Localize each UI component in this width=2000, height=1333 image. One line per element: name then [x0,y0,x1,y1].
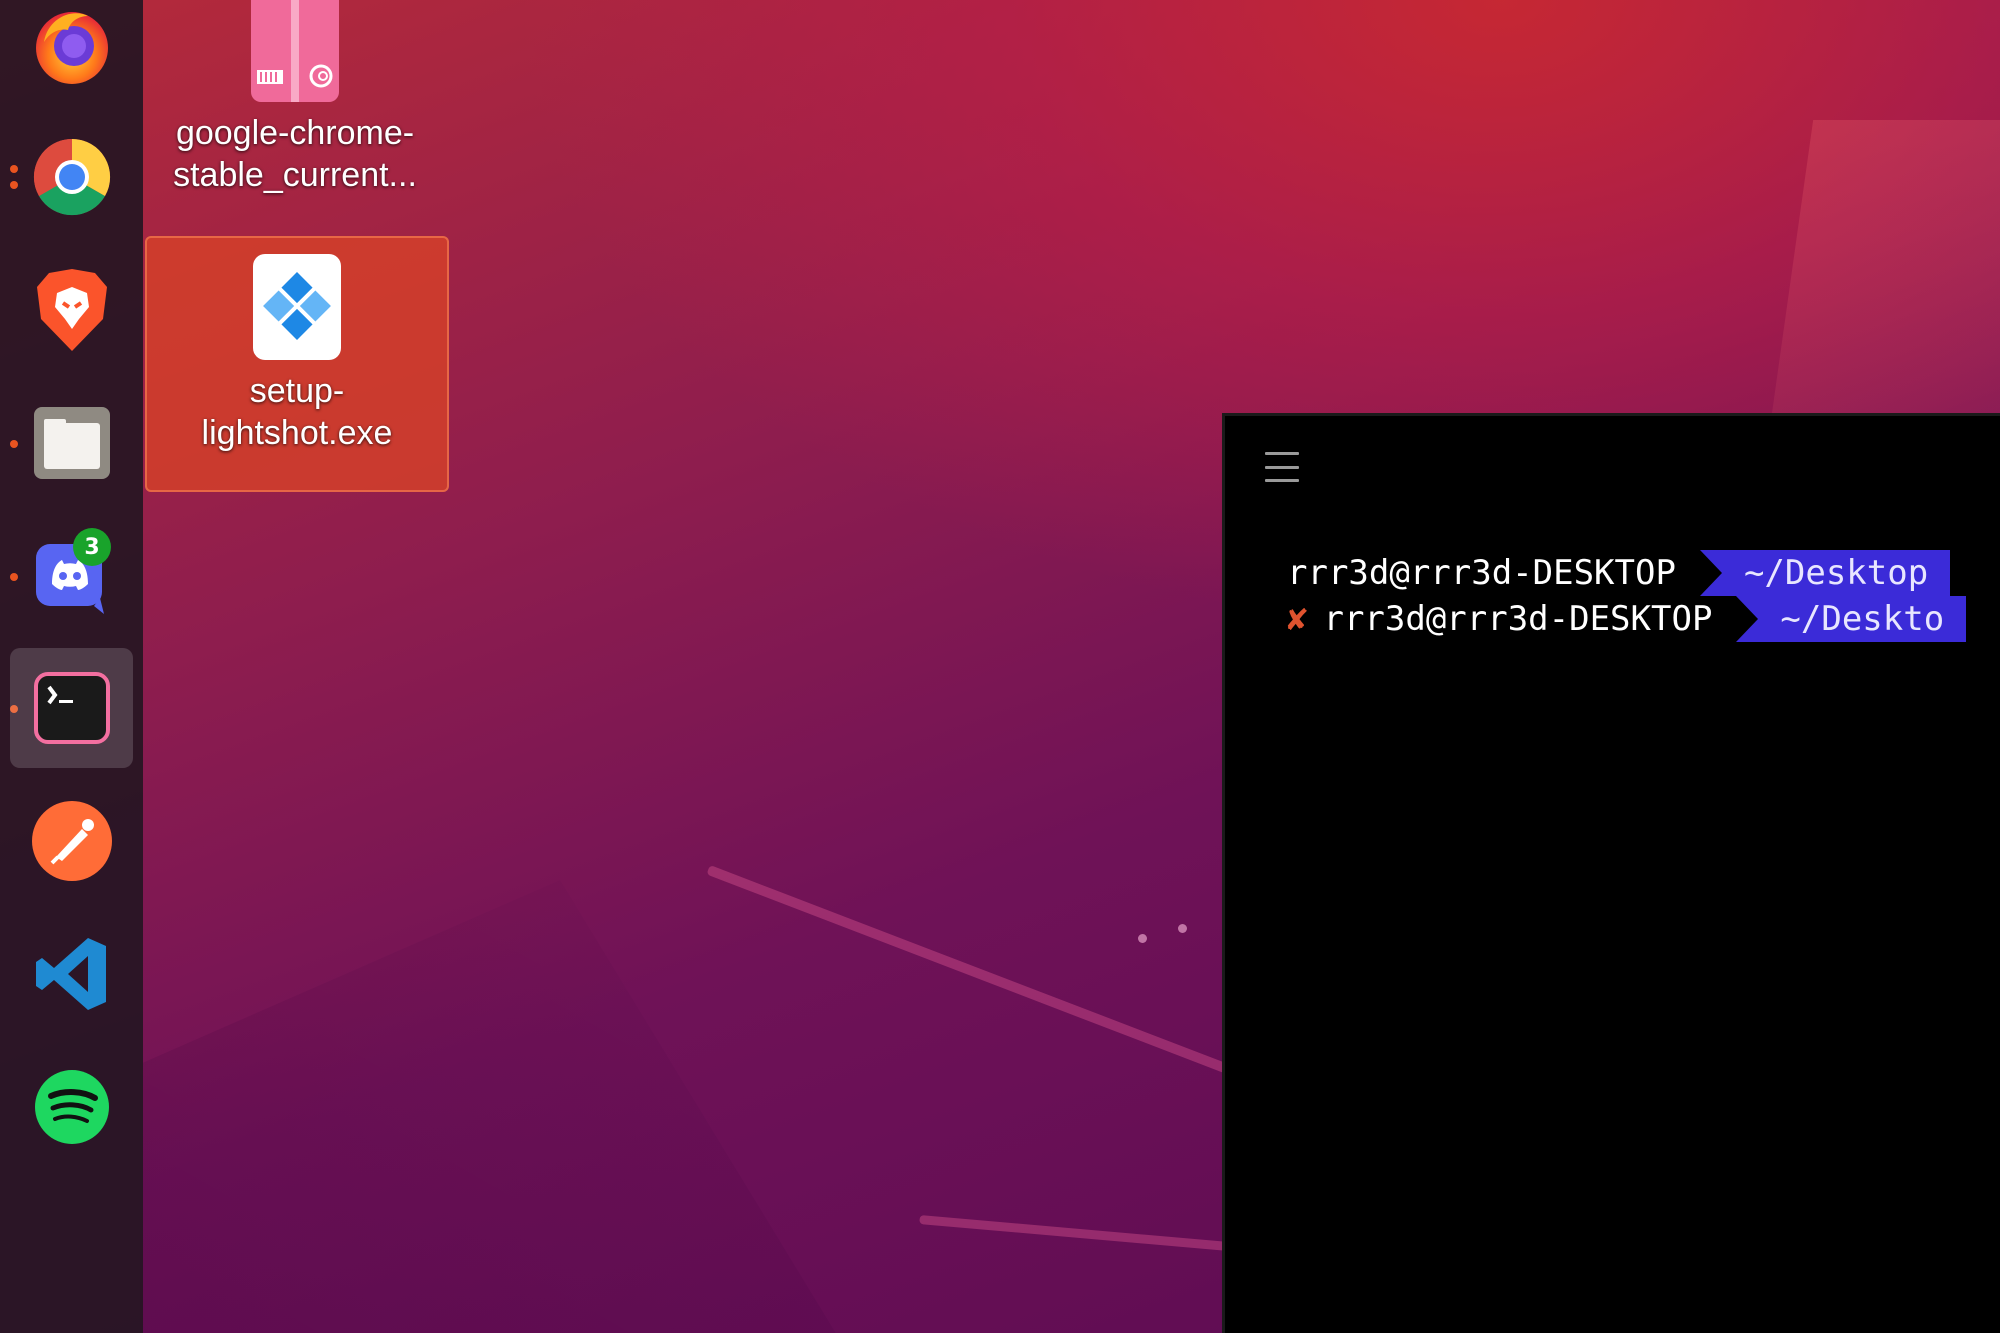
terminal-prompt-line: ✘ rrr3d@rrr3d-DESKTOP ~/Deskto [1287,596,1967,642]
prompt-path-segment: ~/Desktop [1699,550,1951,596]
dock-item-postman[interactable] [10,781,133,901]
desktop-icon-google-chrome-deb[interactable]: google-chrome- stable_current... [145,0,445,195]
exe-installer-icon [253,254,341,360]
brave-lion-icon [36,269,107,351]
prompt-user-host: rrr3d@rrr3d-DESKTOP [1323,599,1713,639]
desktop[interactable]: 3 google-chrome- stable_current... setup… [0,0,2000,1333]
dock-item-discord[interactable]: 3 [10,516,133,636]
prompt-path: ~/Deskto [1780,599,1945,639]
desktop-icon-label: stable_current... [173,156,417,194]
spotify-icon [34,1070,109,1144]
desktop-icon-label: google-chrome- [175,114,415,152]
prompt-path: ~/Desktop [1743,553,1929,593]
desktop-icon-label: setup- [249,372,345,410]
wallpaper-dot [1138,934,1147,943]
postman-icon [31,801,112,881]
error-status-icon: ✘ [1287,599,1308,639]
chrome-icon [33,138,110,216]
prompt-user-host: rrr3d@rrr3d-DESKTOP [1287,553,1676,593]
folder-icon [33,407,110,479]
notification-badge: 3 [73,528,111,566]
dock-item-spotify[interactable] [10,1047,133,1167]
menu-icon[interactable] [1265,452,1299,482]
terminal-icon [33,672,110,744]
terminal-window[interactable]: rrr3d@rrr3d-DESKTOP ~/Desktop ✘ rrr3d@rr… [1222,413,2000,1333]
wallpaper-line [706,865,1233,1076]
desktop-icon-label: lightshot.exe [201,414,393,452]
firefox-icon [35,12,108,84]
dock-item-google-chrome[interactable] [10,117,133,237]
wallpaper-dot [1178,924,1187,933]
dock: 3 [0,0,143,1333]
terminal-prompt-line: rrr3d@rrr3d-DESKTOP ~/Desktop [1287,550,1951,596]
dock-item-brave-browser[interactable] [10,250,133,370]
dock-item-firefox[interactable] [10,0,133,104]
wallpaper-shape [140,880,840,1333]
dock-item-terminal[interactable] [10,648,133,768]
desktop-icon-setup-lightshot[interactable]: setup- lightshot.exe [145,236,449,492]
wallpaper-shape [1766,120,2000,450]
vscode-icon [35,938,106,1010]
debian-package-icon [251,0,339,102]
dock-item-files[interactable] [10,383,133,503]
dock-item-visual-studio-code[interactable] [10,914,133,1034]
prompt-path-segment: ~/Deskto [1736,596,1967,642]
wallpaper-line [919,1215,1239,1252]
